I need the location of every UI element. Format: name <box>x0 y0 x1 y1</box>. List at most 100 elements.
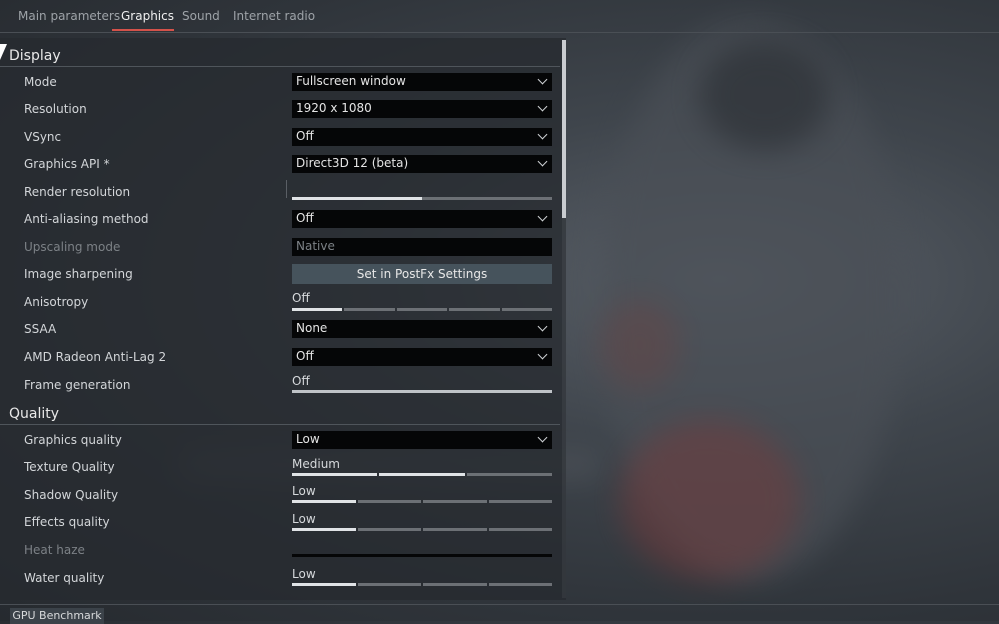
tab-main-parameters[interactable]: Main parameters <box>18 9 120 23</box>
section-divider <box>0 424 560 425</box>
ssaa-dropdown[interactable]: None <box>292 320 552 338</box>
slider-segment <box>379 473 465 476</box>
water-quality-value: Low <box>292 567 316 581</box>
texture-quality-label: Texture Quality <box>24 460 115 474</box>
chevron-down-icon <box>537 432 548 443</box>
divider <box>286 180 287 198</box>
section-title-quality: Quality <box>9 406 60 422</box>
graphics-api-dropdown[interactable]: Direct3D 12 (beta) <box>292 155 552 173</box>
frame-generation-label: Frame generation <box>24 378 131 392</box>
slider-segment <box>423 500 487 503</box>
section-title-display: Display <box>9 48 61 64</box>
vsync-label: VSync <box>24 130 62 144</box>
anisotropy-label: Anisotropy <box>24 295 89 309</box>
slider-fill <box>292 197 422 200</box>
image-sharpening-label: Image sharpening <box>24 267 133 281</box>
texture-quality-slider[interactable] <box>292 473 552 476</box>
slider-segment <box>344 308 395 311</box>
slider-segment <box>488 500 552 503</box>
slider-segment <box>357 500 421 503</box>
slider-segment <box>292 528 356 531</box>
section-divider <box>0 66 560 67</box>
mouse-cursor-icon <box>0 44 7 60</box>
chevron-down-icon <box>537 156 548 167</box>
slider-segment <box>292 500 356 503</box>
vsync-dropdown[interactable]: Off <box>292 128 552 146</box>
graphics-quality-dropdown[interactable]: Low <box>292 431 552 449</box>
slider-segment <box>501 308 552 311</box>
slider-segment <box>423 583 487 586</box>
tab-sound[interactable]: Sound <box>182 9 220 23</box>
shadow-quality-value: Low <box>292 484 316 498</box>
tab-bar: Main parameters Graphics Sound Internet … <box>0 0 999 33</box>
footer-divider <box>0 604 999 605</box>
anti-aliasing-label: Anti-aliasing method <box>24 212 149 226</box>
slider-segment <box>292 583 356 586</box>
ssaa-value: None <box>296 321 328 335</box>
shadow-quality-label: Shadow Quality <box>24 488 119 502</box>
frame-generation-toggle[interactable] <box>292 390 552 393</box>
slider-segment <box>292 308 343 311</box>
mode-value: Fullscreen window <box>296 74 406 88</box>
slider-segment <box>488 583 552 586</box>
heat-haze-slider <box>292 554 552 557</box>
render-resolution-label: Render resolution <box>24 185 131 199</box>
anti-lag-dropdown[interactable]: Off <box>292 348 552 366</box>
settings-panel: Display Mode Fullscreen window Resolutio… <box>0 38 566 600</box>
ssaa-label: SSAA <box>24 322 57 336</box>
chevron-down-icon <box>537 349 548 360</box>
graphics-api-value: Direct3D 12 (beta) <box>296 156 409 170</box>
effects-quality-slider[interactable] <box>292 528 552 531</box>
upscaling-mode-value: Native <box>296 239 335 253</box>
tab-internet-radio[interactable]: Internet radio <box>233 9 315 23</box>
anisotropy-value: Off <box>292 291 310 305</box>
anti-aliasing-value: Off <box>296 211 314 225</box>
slider-segment <box>357 528 421 531</box>
vsync-value: Off <box>296 129 314 143</box>
upscaling-mode-label: Upscaling mode <box>24 240 121 254</box>
chevron-down-icon <box>537 129 548 140</box>
background-shape <box>620 420 800 580</box>
water-quality-slider[interactable] <box>292 583 552 586</box>
shadow-quality-slider[interactable] <box>292 500 552 503</box>
effects-quality-value: Low <box>292 512 316 526</box>
graphics-quality-label: Graphics quality <box>24 433 122 447</box>
resolution-value: 1920 x 1080 <box>296 101 372 115</box>
anti-aliasing-dropdown[interactable]: Off <box>292 210 552 228</box>
slider-segment <box>449 308 500 311</box>
mode-label: Mode <box>24 75 57 89</box>
chevron-down-icon <box>537 74 548 85</box>
upscaling-mode-field: Native <box>292 238 552 256</box>
render-resolution-slider[interactable] <box>292 197 552 200</box>
postfx-settings-button[interactable]: Set in PostFx Settings <box>292 264 552 284</box>
settings-scrollbar[interactable] <box>562 40 566 598</box>
anti-lag-label: AMD Radeon Anti-Lag 2 <box>24 350 167 364</box>
heat-haze-label: Heat haze <box>24 543 85 557</box>
slider-segment <box>423 528 487 531</box>
resolution-dropdown[interactable]: 1920 x 1080 <box>292 100 552 118</box>
background-shape <box>700 40 830 150</box>
scrollbar-thumb[interactable] <box>562 40 566 218</box>
graphics-quality-value: Low <box>296 432 320 446</box>
slider-segment <box>292 473 378 476</box>
gpu-benchmark-button[interactable]: GPU Benchmark <box>10 608 104 624</box>
effects-quality-label: Effects quality <box>24 515 110 529</box>
resolution-label: Resolution <box>24 102 87 116</box>
tab-graphics[interactable]: Graphics <box>121 9 174 23</box>
graphics-api-label: Graphics API * <box>24 157 110 171</box>
chevron-down-icon <box>537 321 548 332</box>
active-tab-indicator <box>112 29 174 31</box>
frame-generation-value: Off <box>292 374 310 388</box>
anti-lag-value: Off <box>296 349 314 363</box>
slider-segment <box>357 583 421 586</box>
mode-dropdown[interactable]: Fullscreen window <box>292 73 552 91</box>
texture-quality-value: Medium <box>292 457 340 471</box>
slider-segment <box>488 528 552 531</box>
slider-segment <box>466 473 552 476</box>
water-quality-label: Water quality <box>24 571 105 585</box>
chevron-down-icon <box>537 211 548 222</box>
chevron-down-icon <box>537 101 548 112</box>
slider-segment <box>396 308 448 311</box>
anisotropy-slider[interactable] <box>292 308 552 311</box>
background-shape <box>600 300 680 390</box>
